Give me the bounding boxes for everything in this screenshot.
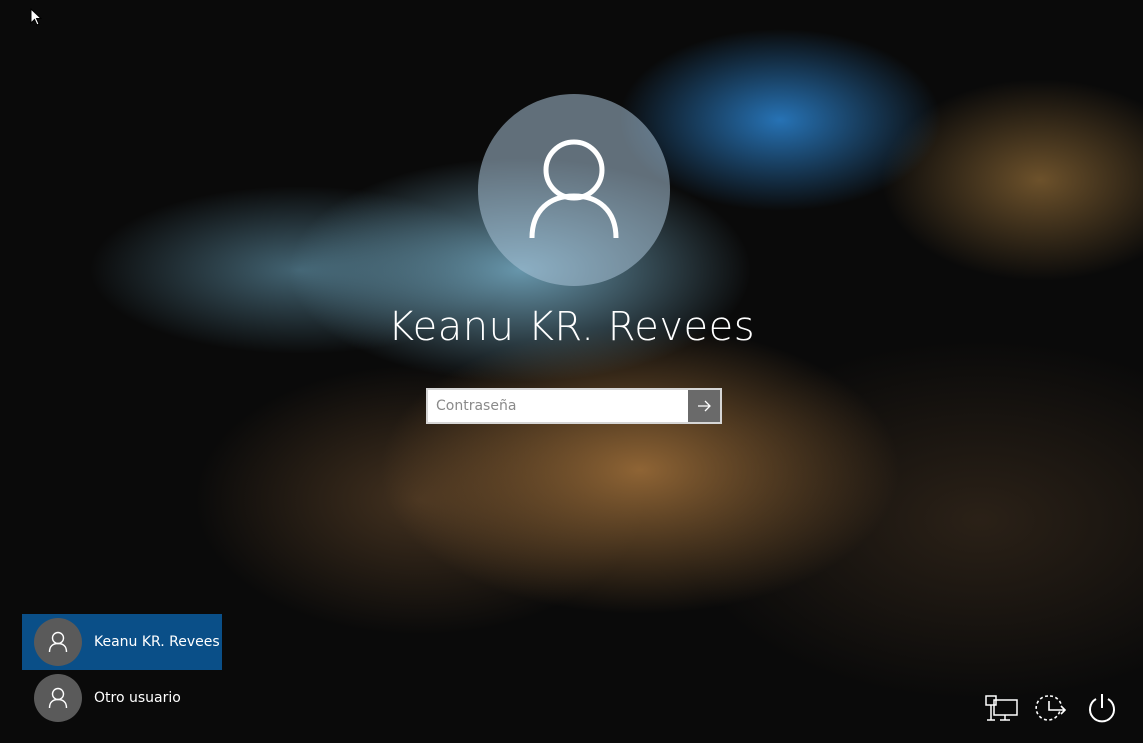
- user-switcher-list: Keanu KR. Revees Otro usuario: [22, 614, 222, 726]
- user-item-keanu[interactable]: Keanu KR. Revees: [22, 614, 222, 670]
- user-icon: [48, 687, 68, 709]
- ease-of-access-button[interactable]: [1035, 690, 1069, 726]
- user-icon: [48, 631, 68, 653]
- power-icon: [1089, 694, 1115, 723]
- user-name-title: Keanu KR. Revees: [387, 304, 756, 350]
- password-field: [426, 388, 722, 424]
- user-item-label: Otro usuario: [94, 690, 181, 706]
- user-avatar-small: [34, 674, 82, 722]
- system-tray: [985, 690, 1119, 726]
- user-item-other[interactable]: Otro usuario: [22, 670, 222, 726]
- submit-button[interactable]: [688, 390, 720, 422]
- network-icon: [985, 695, 1018, 721]
- user-icon: [529, 139, 619, 239]
- password-input[interactable]: [428, 390, 688, 422]
- network-button[interactable]: [985, 690, 1019, 726]
- user-item-label: Keanu KR. Revees: [94, 634, 220, 650]
- power-button[interactable]: [1085, 690, 1119, 726]
- user-avatar-small: [34, 618, 82, 666]
- arrow-right-icon: [698, 400, 711, 412]
- lock-screen: Keanu KR. Revees Keanu KR. Revees Otro u…: [0, 0, 1143, 743]
- mouse-cursor-icon: [30, 8, 42, 26]
- ease-of-access-icon: [1035, 695, 1067, 721]
- user-avatar-large: [478, 94, 670, 286]
